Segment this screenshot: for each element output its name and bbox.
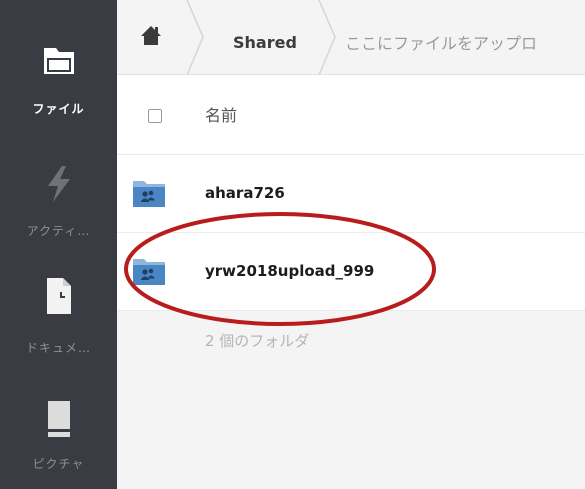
home-icon[interactable]: [139, 24, 163, 46]
sidebar-item-files[interactable]: ファイル: [0, 30, 117, 120]
sidebar-item-label: ファイル: [32, 102, 85, 116]
breadcrumb-separator-icon: [318, 0, 336, 75]
sidebar-item-documents[interactable]: ドキュメ…: [0, 272, 117, 362]
sidebar-item-label: ピクチャ: [32, 457, 85, 471]
sidebar-item-label: アクティ…: [26, 224, 91, 238]
file-row[interactable]: ahara726: [117, 155, 585, 233]
file-name[interactable]: yrw2018upload_999: [205, 262, 374, 280]
sidebar: ファイル アクティ… ドキュメ… ピクチャ: [0, 0, 117, 489]
folder-icon: [0, 36, 117, 84]
sidebar-item-label: ドキュメ…: [25, 341, 91, 355]
picture-icon: [0, 395, 117, 443]
empty-area: [117, 311, 585, 489]
file-name[interactable]: ahara726: [205, 184, 285, 202]
shared-folder-icon[interactable]: [132, 256, 166, 286]
breadcrumb: Shared ここにファイルをアップロ: [117, 0, 585, 75]
lightning-icon: [0, 160, 117, 208]
folder-count-summary: 2 個のフォルダ: [205, 332, 310, 350]
breadcrumb-item-shared[interactable]: Shared: [233, 33, 297, 52]
file-row[interactable]: yrw2018upload_999: [117, 233, 585, 311]
select-all-checkbox[interactable]: [148, 109, 162, 123]
file-list-header: 名前: [117, 75, 585, 155]
shared-folder-icon[interactable]: [132, 178, 166, 208]
sidebar-item-activity[interactable]: アクティ…: [0, 160, 117, 250]
document-icon: [0, 272, 117, 320]
file-manager-window: ファイル アクティ… ドキュメ… ピクチャ Shared ここにファイルをアップ…: [0, 0, 585, 489]
upload-hint[interactable]: ここにファイルをアップロ: [345, 30, 537, 54]
sidebar-item-pictures[interactable]: ピクチャ: [0, 395, 117, 485]
column-header-name[interactable]: 名前: [205, 102, 237, 126]
breadcrumb-separator-icon: [186, 0, 204, 75]
